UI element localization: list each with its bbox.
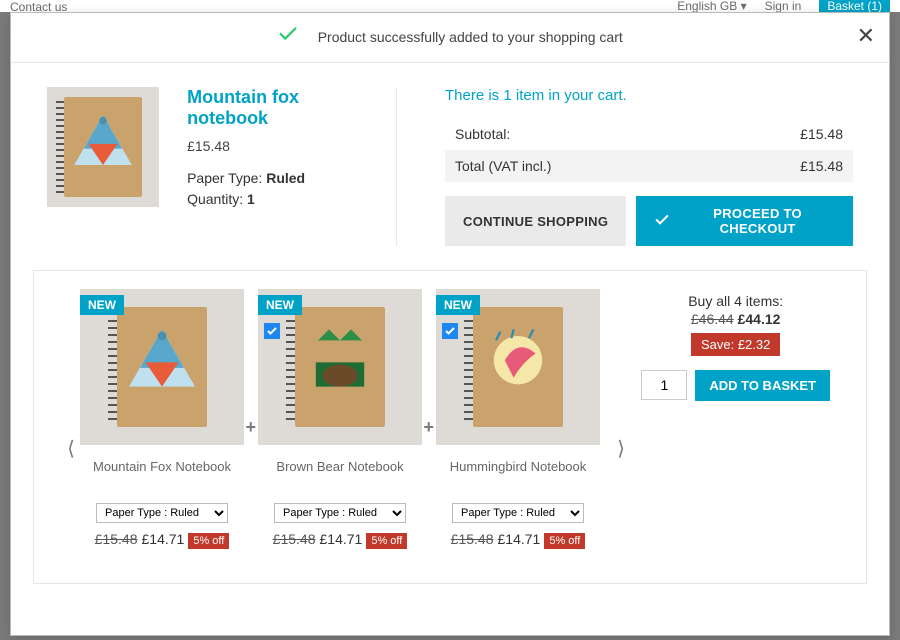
bundle-qty-input[interactable] [641,370,687,400]
paper-type-select[interactable]: Paper Type : Ruled [274,503,406,523]
bundle-card: NEW Hummingbird Notebook Paper Type : Ru… [436,289,600,547]
contact-link[interactable]: Contact us [10,0,67,12]
option-value: Ruled [266,170,305,186]
buy-all-new-price: £44.12 [738,311,781,327]
close-button[interactable]: ✕ [857,23,875,49]
continue-shopping-button[interactable]: CONTINUE SHOPPING [445,196,626,246]
modal-body: Mountain fox notebook £15.48 Paper Type:… [11,63,889,270]
qty-value: 1 [247,191,255,207]
product-thumbnail [47,87,159,207]
save-badge: Save: £2.32 [691,333,780,356]
card-price: £15.48£14.715% off [436,531,600,547]
add-to-basket-button[interactable]: ADD TO BASKET [695,370,830,401]
card-price: £15.48£14.715% off [80,531,244,547]
select-checkbox[interactable] [442,323,458,339]
plus-icon: + [245,417,256,438]
success-message: Product successfully added to your shopp… [318,29,623,45]
subtotal-label: Subtotal: [455,126,510,142]
new-badge: NEW [436,295,480,315]
card-title[interactable]: Brown Bear Notebook [258,459,422,493]
checkout-button[interactable]: PROCEED TO CHECKOUT [636,196,853,246]
product-title: Mountain fox notebook [187,87,372,128]
buy-all-panel: Buy all 4 items: £46.44 £44.12 Save: £2.… [641,289,838,401]
cart-heading: There is 1 item in your cart. [445,87,853,104]
select-checkbox[interactable] [264,323,280,339]
bundle-card: NEW Mountain Fox Notebook Paper Type : R… [80,289,244,547]
option-label: Paper Type: [187,170,262,186]
card-title[interactable]: Hummingbird Notebook [436,459,600,493]
success-check-icon [277,23,299,50]
product-price: £15.48 [187,138,372,154]
bundle-section: ⟨ NEW Mountain Fox Notebook Paper Type :… [33,270,867,584]
paper-type-select[interactable]: Paper Type : Ruled [96,503,228,523]
added-product: Mountain fox notebook £15.48 Paper Type:… [47,87,397,246]
buy-all-label: Buy all 4 items: [641,293,830,309]
total-label: Total (VAT incl.) [455,158,551,174]
new-badge: NEW [258,295,302,315]
cart-modal: Product successfully added to your shopp… [10,12,890,636]
buy-all-old-price: £46.44 [691,311,734,327]
new-badge: NEW [80,295,124,315]
card-title[interactable]: Mountain Fox Notebook [80,459,244,493]
subtotal-value: £15.48 [800,126,843,142]
modal-header: Product successfully added to your shopp… [11,13,889,63]
background-header: Contact us English GB ▾ Sign in Basket (… [0,0,900,12]
bundle-card: NEW Brown Bear Notebook Paper Type : Rul… [258,289,422,547]
bundle-cards: NEW Mountain Fox Notebook Paper Type : R… [80,289,600,547]
qty-label: Quantity: [187,191,243,207]
total-row: Total (VAT incl.) £15.48 [445,150,853,182]
check-icon [654,212,670,231]
subtotal-row: Subtotal: £15.48 [445,118,853,150]
total-value: £15.48 [800,158,843,174]
next-arrow[interactable]: ⟩ [612,436,630,461]
cart-summary: There is 1 item in your cart. Subtotal: … [397,87,853,246]
checkout-label: PROCEED TO CHECKOUT [680,206,835,236]
plus-icon: + [423,417,434,438]
card-price: £15.48£14.715% off [258,531,422,547]
paper-type-select[interactable]: Paper Type : Ruled [452,503,584,523]
prev-arrow[interactable]: ⟨ [62,436,80,461]
